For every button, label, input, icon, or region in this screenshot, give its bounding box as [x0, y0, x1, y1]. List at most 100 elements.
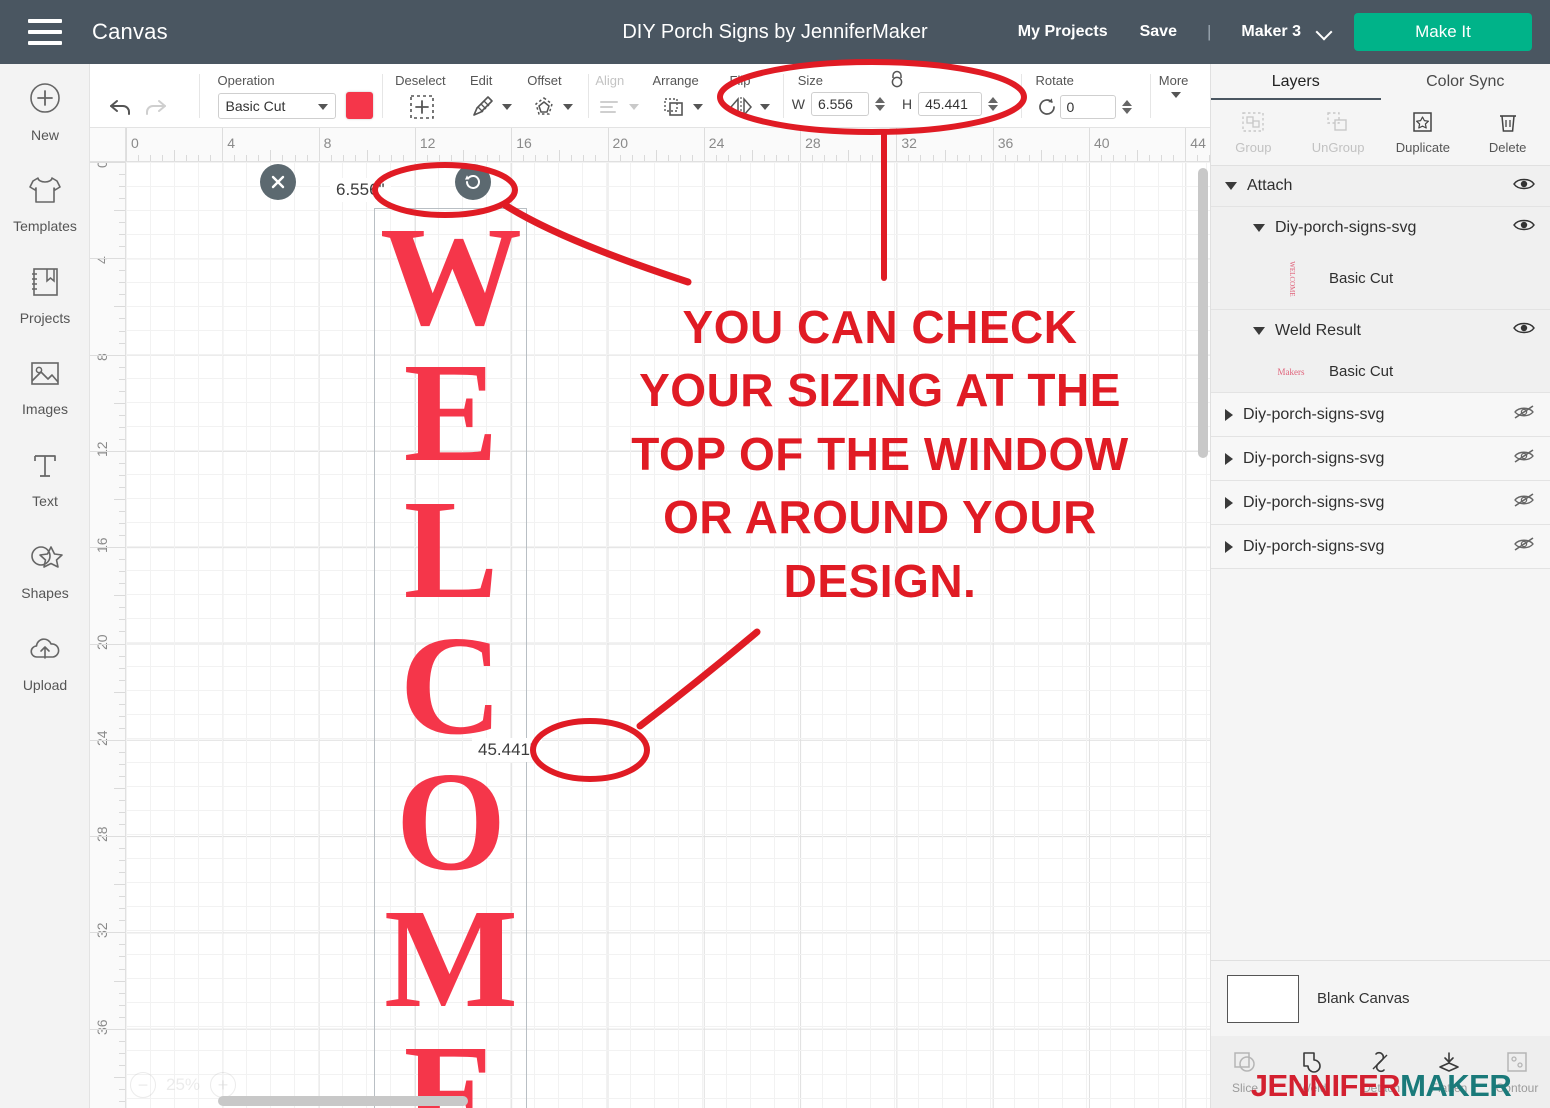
layer-row-attach[interactable]: Attach	[1211, 166, 1550, 207]
ruler-minor-tick	[119, 956, 125, 958]
canvas-color-swatch[interactable]	[1227, 974, 1299, 1023]
layer-row-collapsed-2[interactable]: Diy-porch-signs-svg	[1211, 437, 1550, 481]
rotate-input[interactable]: 0	[1059, 95, 1116, 119]
design-canvas[interactable]: WELCOME 6.556" 45.441" 0 4 8 12 16 20 24 28 32 36…	[90, 128, 1210, 1108]
offset-icon[interactable]	[527, 92, 561, 122]
save-button[interactable]: Save	[1124, 23, 1193, 41]
detach-button[interactable]: Detach	[1347, 1050, 1415, 1095]
duplicate-button[interactable]: Duplicate	[1381, 100, 1466, 165]
design-artwork-welcome[interactable]: WELCOME	[370, 205, 532, 1108]
ruler-minor-tick	[114, 210, 125, 212]
hamburger-icon[interactable]	[28, 19, 62, 45]
group-button[interactable]: Group	[1211, 100, 1296, 165]
redo-icon[interactable]	[138, 92, 172, 122]
chevron-down-icon	[629, 104, 640, 110]
zoom-control[interactable]: − 25% +	[130, 1072, 237, 1098]
flatten-icon	[1436, 1050, 1462, 1077]
tab-layers[interactable]: Layers	[1211, 64, 1381, 100]
rotate-handle[interactable]	[455, 164, 491, 200]
ruler-minor-tick	[932, 155, 934, 161]
layer-row-basic-cut-1[interactable]: WELCOME Basic Cut	[1211, 248, 1550, 310]
undo-icon[interactable]	[104, 92, 138, 122]
chevron-down-icon[interactable]	[759, 104, 770, 110]
machine-selector-label[interactable]: Maker 3	[1225, 23, 1307, 41]
eye-visible-icon[interactable]	[1512, 319, 1536, 342]
chevron-down-icon[interactable]	[1170, 92, 1181, 98]
canvas-horizontal-scrollbar[interactable]	[218, 1096, 468, 1106]
layer-row-weld-result[interactable]: Weld Result	[1211, 310, 1550, 351]
detach-label: Detach	[1361, 1080, 1401, 1095]
sidebar-item-upload[interactable]: Upload	[0, 616, 90, 708]
sidebar-label-upload: Upload	[22, 676, 68, 693]
tab-color-sync[interactable]: Color Sync	[1381, 64, 1550, 100]
chevron-right-icon[interactable]	[1225, 408, 1233, 421]
flatten-button[interactable]: Flatten	[1415, 1050, 1483, 1095]
minus-circle-icon[interactable]: −	[130, 1072, 156, 1098]
height-stepper[interactable]	[987, 97, 999, 111]
ruler-minor-tick	[119, 571, 125, 573]
eye-hidden-icon[interactable]	[1512, 403, 1536, 426]
eye-visible-icon[interactable]	[1512, 216, 1536, 239]
ungroup-button[interactable]: UnGroup	[1296, 100, 1381, 165]
sidebar-item-projects[interactable]: Projects	[0, 248, 90, 340]
ruler-minor-tick	[119, 920, 125, 922]
chevron-down-icon[interactable]	[692, 104, 703, 110]
ruler-minor-tick	[487, 155, 489, 161]
color-swatch[interactable]	[345, 92, 373, 119]
operation-select[interactable]: Basic Cut	[217, 92, 336, 119]
make-it-button[interactable]: Make It	[1354, 13, 1532, 51]
layer-row-diy-porch-signs-svg-1[interactable]: Diy-porch-signs-svg	[1211, 207, 1550, 248]
blank-canvas-row[interactable]: Blank Canvas	[1211, 960, 1550, 1036]
ruler-major-tick	[126, 128, 127, 161]
header-actions: My Projects Save | Maker 3 Make It	[1002, 0, 1532, 64]
rotate-icon[interactable]	[1034, 92, 1060, 122]
layer-row-basic-cut-2[interactable]: Makers Basic Cut	[1211, 351, 1550, 392]
slice-button[interactable]: Slice	[1211, 1050, 1279, 1095]
chevron-down-icon[interactable]	[1225, 182, 1237, 190]
delete-handle[interactable]	[260, 164, 296, 200]
chevron-down-icon[interactable]	[563, 104, 574, 110]
layer-row-collapsed-3[interactable]: Diy-porch-signs-svg	[1211, 481, 1550, 525]
weld-button[interactable]: Weld	[1279, 1050, 1347, 1095]
layer-row-collapsed-1[interactable]: Diy-porch-signs-svg	[1211, 393, 1550, 437]
arrange-icon[interactable]	[657, 92, 691, 122]
chevron-right-icon[interactable]	[1225, 540, 1233, 553]
ruler-minor-tick	[438, 155, 440, 161]
my-projects-link[interactable]: My Projects	[1002, 23, 1124, 41]
eye-hidden-icon[interactable]	[1512, 447, 1536, 470]
sidebar-item-templates[interactable]: Templates	[0, 156, 90, 248]
lock-icon[interactable]	[888, 69, 906, 94]
edit-icon[interactable]	[466, 92, 500, 122]
contour-button[interactable]: Contour	[1483, 1050, 1550, 1095]
plus-circle-icon[interactable]: +	[210, 1072, 237, 1098]
chevron-down-icon[interactable]	[1317, 25, 1332, 40]
flip-icon[interactable]	[724, 92, 758, 122]
width-stepper[interactable]	[874, 97, 886, 111]
ruler-minor-tick	[119, 848, 125, 850]
layer-row-collapsed-4[interactable]: Diy-porch-signs-svg	[1211, 525, 1550, 569]
sidebar-item-shapes[interactable]: Shapes	[0, 524, 90, 616]
rotate-stepper[interactable]	[1121, 100, 1133, 114]
chevron-right-icon[interactable]	[1225, 496, 1233, 509]
ruler-minor-tick	[186, 155, 188, 161]
sidebar-item-new[interactable]: New	[0, 64, 90, 156]
sidebar-item-images[interactable]: Images	[0, 340, 90, 432]
ruler-minor-tick	[234, 155, 236, 161]
layer-name-weld-result: Weld Result	[1275, 321, 1361, 339]
ruler-minor-tick	[119, 246, 125, 248]
canvas-vertical-scrollbar[interactable]	[1198, 168, 1208, 458]
chevron-right-icon[interactable]	[1225, 452, 1233, 465]
chevron-down-icon[interactable]	[1253, 223, 1265, 232]
delete-button[interactable]: Delete	[1465, 100, 1550, 165]
width-input[interactable]: 6.556	[810, 92, 869, 116]
eye-hidden-icon[interactable]	[1512, 535, 1536, 558]
height-input[interactable]: 45.441	[918, 92, 983, 116]
eye-visible-icon[interactable]	[1512, 175, 1536, 198]
chevron-down-icon[interactable]	[502, 104, 513, 110]
ruler-major-tick	[90, 739, 125, 741]
ruler-minor-tick	[210, 155, 212, 161]
deselect-icon[interactable]	[405, 92, 439, 122]
sidebar-item-text[interactable]: Text	[0, 432, 90, 524]
eye-hidden-icon[interactable]	[1512, 491, 1536, 514]
chevron-down-icon[interactable]	[1253, 326, 1265, 335]
